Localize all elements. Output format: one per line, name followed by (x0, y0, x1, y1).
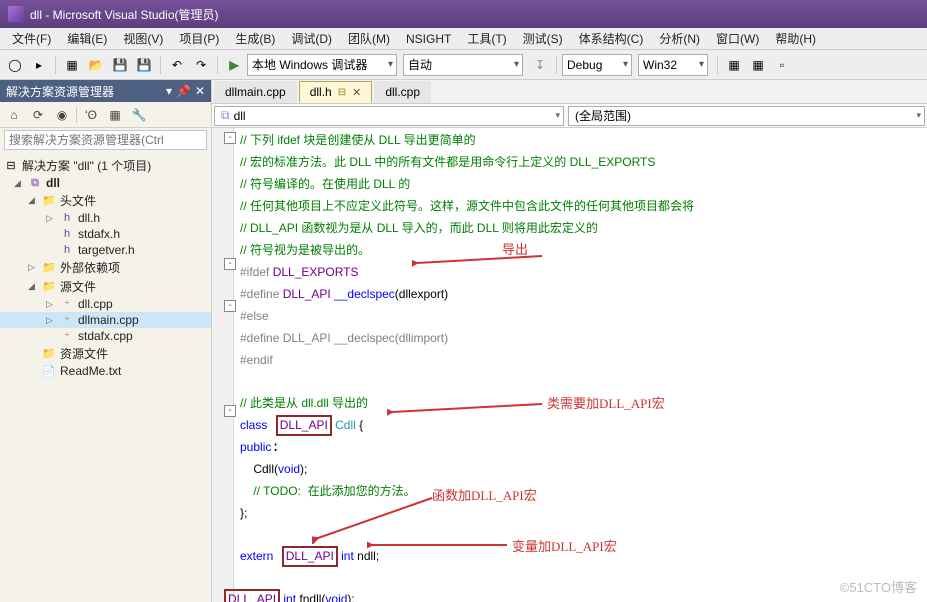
startup-combo[interactable]: 自动 (403, 54, 523, 76)
close-tab-icon[interactable]: ✕ (352, 86, 361, 99)
panel-search (0, 128, 211, 152)
start-debug-icon[interactable]: ▶ (223, 54, 245, 76)
refresh-icon[interactable]: ⟳ (28, 105, 48, 125)
project-node[interactable]: ◢⧉dll (0, 175, 211, 191)
editor-area: dllmain.cpp dll.h⊟✕ dll.cpp ⧉dll (全局范围) … (212, 80, 927, 602)
prop-icon[interactable]: 🔧 (129, 105, 149, 125)
solution-tree: ⊟解决方案 "dll" (1 个项目) ◢⧉dll ◢📁头文件 ▷hdll.h … (0, 152, 211, 602)
file-dllmain-cpp[interactable]: ▷⁺dllmain.cpp (0, 312, 211, 328)
menu-arch[interactable]: 体系结构(C) (571, 28, 652, 49)
menu-nsight[interactable]: NSIGHT (398, 30, 459, 48)
solution-node[interactable]: ⊟解决方案 "dll" (1 个项目) (0, 156, 211, 175)
save-icon[interactable]: 💾 (109, 54, 131, 76)
headers-label: 头文件 (60, 192, 96, 209)
nav-fwd-icon[interactable]: ▸ (28, 54, 50, 76)
nav-back-icon[interactable]: ◯ (4, 54, 26, 76)
scope-combo-right[interactable]: (全局范围) (568, 106, 925, 126)
menu-window[interactable]: 窗口(W) (708, 28, 767, 49)
menu-analyze[interactable]: 分析(N) (651, 28, 708, 49)
panel-menu-icon[interactable]: ▾ (166, 84, 172, 98)
panel-toolbar: ⌂ ⟳ ◉ ʻʘ ▦ 🔧 (0, 102, 211, 128)
config-combo[interactable]: Debug (562, 54, 632, 76)
vs-icon (8, 6, 24, 22)
pin-icon[interactable]: 📌 (176, 84, 191, 98)
platform-label: Win32 (643, 58, 677, 72)
tab-row: dllmain.cpp dll.h⊟✕ dll.cpp (212, 80, 927, 104)
menu-view[interactable]: 视图(V) (115, 28, 171, 49)
menu-project[interactable]: 项目(P) (171, 28, 227, 49)
highlight-func-macro: DLL_API (224, 589, 280, 602)
solution-label: 解决方案 "dll" (1 个项目) (22, 157, 151, 174)
tab-dll-cpp[interactable]: dll.cpp (374, 81, 431, 103)
redo-icon[interactable]: ↷ (190, 54, 212, 76)
new-project-icon[interactable]: ▦ (61, 54, 83, 76)
sync-icon[interactable]: ʻʘ (81, 105, 101, 125)
save-all-icon[interactable]: 💾 (133, 54, 155, 76)
scope-combo-left[interactable]: ⧉dll (214, 106, 564, 126)
menu-tools[interactable]: 工具(T) (459, 28, 514, 49)
collapse-icon[interactable]: ◉ (52, 105, 72, 125)
window-title: dll - Microsoft Visual Studio(管理员) (30, 6, 219, 23)
open-icon[interactable]: 📂 (85, 54, 107, 76)
menu-help[interactable]: 帮助(H) (767, 28, 824, 49)
menu-bar: 文件(F) 编辑(E) 视图(V) 项目(P) 生成(B) 调试(D) 团队(M… (0, 28, 927, 50)
menu-build[interactable]: 生成(B) (227, 28, 283, 49)
tab-dll-h[interactable]: dll.h⊟✕ (299, 81, 373, 103)
platform-combo[interactable]: Win32 (638, 54, 708, 76)
toolbar: ◯ ▸ ▦ 📂 💾 💾 ↶ ↷ ▶ 本地 Windows 调试器 自动 ↧ De… (0, 50, 927, 80)
startup-label: 自动 (408, 56, 432, 73)
folder-sources[interactable]: ◢📁源文件 (0, 277, 211, 296)
debugger-combo[interactable]: 本地 Windows 调试器 (247, 54, 397, 76)
menu-file[interactable]: 文件(F) (4, 28, 59, 49)
nav-bar: ⧉dll (全局范围) (212, 104, 927, 128)
menu-debug[interactable]: 调试(D) (283, 28, 340, 49)
config-label: Debug (567, 58, 602, 72)
highlight-extern-macro: DLL_API (282, 546, 338, 567)
panel-title: 解决方案资源管理器 (6, 83, 114, 100)
folder-resources[interactable]: 📁资源文件 (0, 344, 211, 363)
highlight-class-macro: DLL_API (276, 415, 332, 436)
file-dll-cpp[interactable]: ▷⁺dll.cpp (0, 296, 211, 312)
title-bar: dll - Microsoft Visual Studio(管理员) (0, 0, 927, 28)
menu-test[interactable]: 测试(S) (515, 28, 571, 49)
showall-icon[interactable]: ▦ (105, 105, 125, 125)
close-icon[interactable]: ✕ (195, 84, 205, 98)
home-icon[interactable]: ⌂ (4, 105, 24, 125)
pin-icon[interactable]: ⊟ (338, 87, 346, 98)
file-dll-h[interactable]: ▷hdll.h (0, 210, 211, 226)
step-icon[interactable]: ↧ (529, 54, 551, 76)
search-input[interactable] (4, 130, 207, 150)
menu-edit[interactable]: 编辑(E) (59, 28, 115, 49)
tab-dllmain[interactable]: dllmain.cpp (214, 81, 297, 103)
file-stdafx-h[interactable]: hstdafx.h (0, 226, 211, 242)
ext-icon[interactable]: ▦ (723, 54, 745, 76)
panel-title-bar: 解决方案资源管理器 ▾ 📌 ✕ (0, 80, 211, 102)
ext3-icon[interactable]: ▫ (771, 54, 793, 76)
code-content: // 下列 ifdef 块是创建使从 DLL 导出更简单的 // 宏的标准方法。… (212, 128, 927, 602)
file-targetver-h[interactable]: htargetver.h (0, 242, 211, 258)
file-readme[interactable]: 📄ReadMe.txt (0, 363, 211, 379)
ext2-icon[interactable]: ▦ (747, 54, 769, 76)
code-viewport[interactable]: - - - - // 下列 ifdef 块是创建使从 DLL 导出更简单的 //… (212, 128, 927, 602)
menu-team[interactable]: 团队(M) (340, 28, 398, 49)
watermark: ©51CTO博客 (840, 577, 917, 596)
folder-headers[interactable]: ◢📁头文件 (0, 191, 211, 210)
folder-extern[interactable]: ▷📁外部依赖项 (0, 258, 211, 277)
solution-explorer: 解决方案资源管理器 ▾ 📌 ✕ ⌂ ⟳ ◉ ʻʘ ▦ 🔧 ⊟解决方案 "dll"… (0, 80, 212, 602)
file-stdafx-cpp[interactable]: ⁺stdafx.cpp (0, 328, 211, 344)
debugger-label: 本地 Windows 调试器 (252, 56, 367, 73)
project-label: dll (46, 176, 60, 190)
undo-icon[interactable]: ↶ (166, 54, 188, 76)
